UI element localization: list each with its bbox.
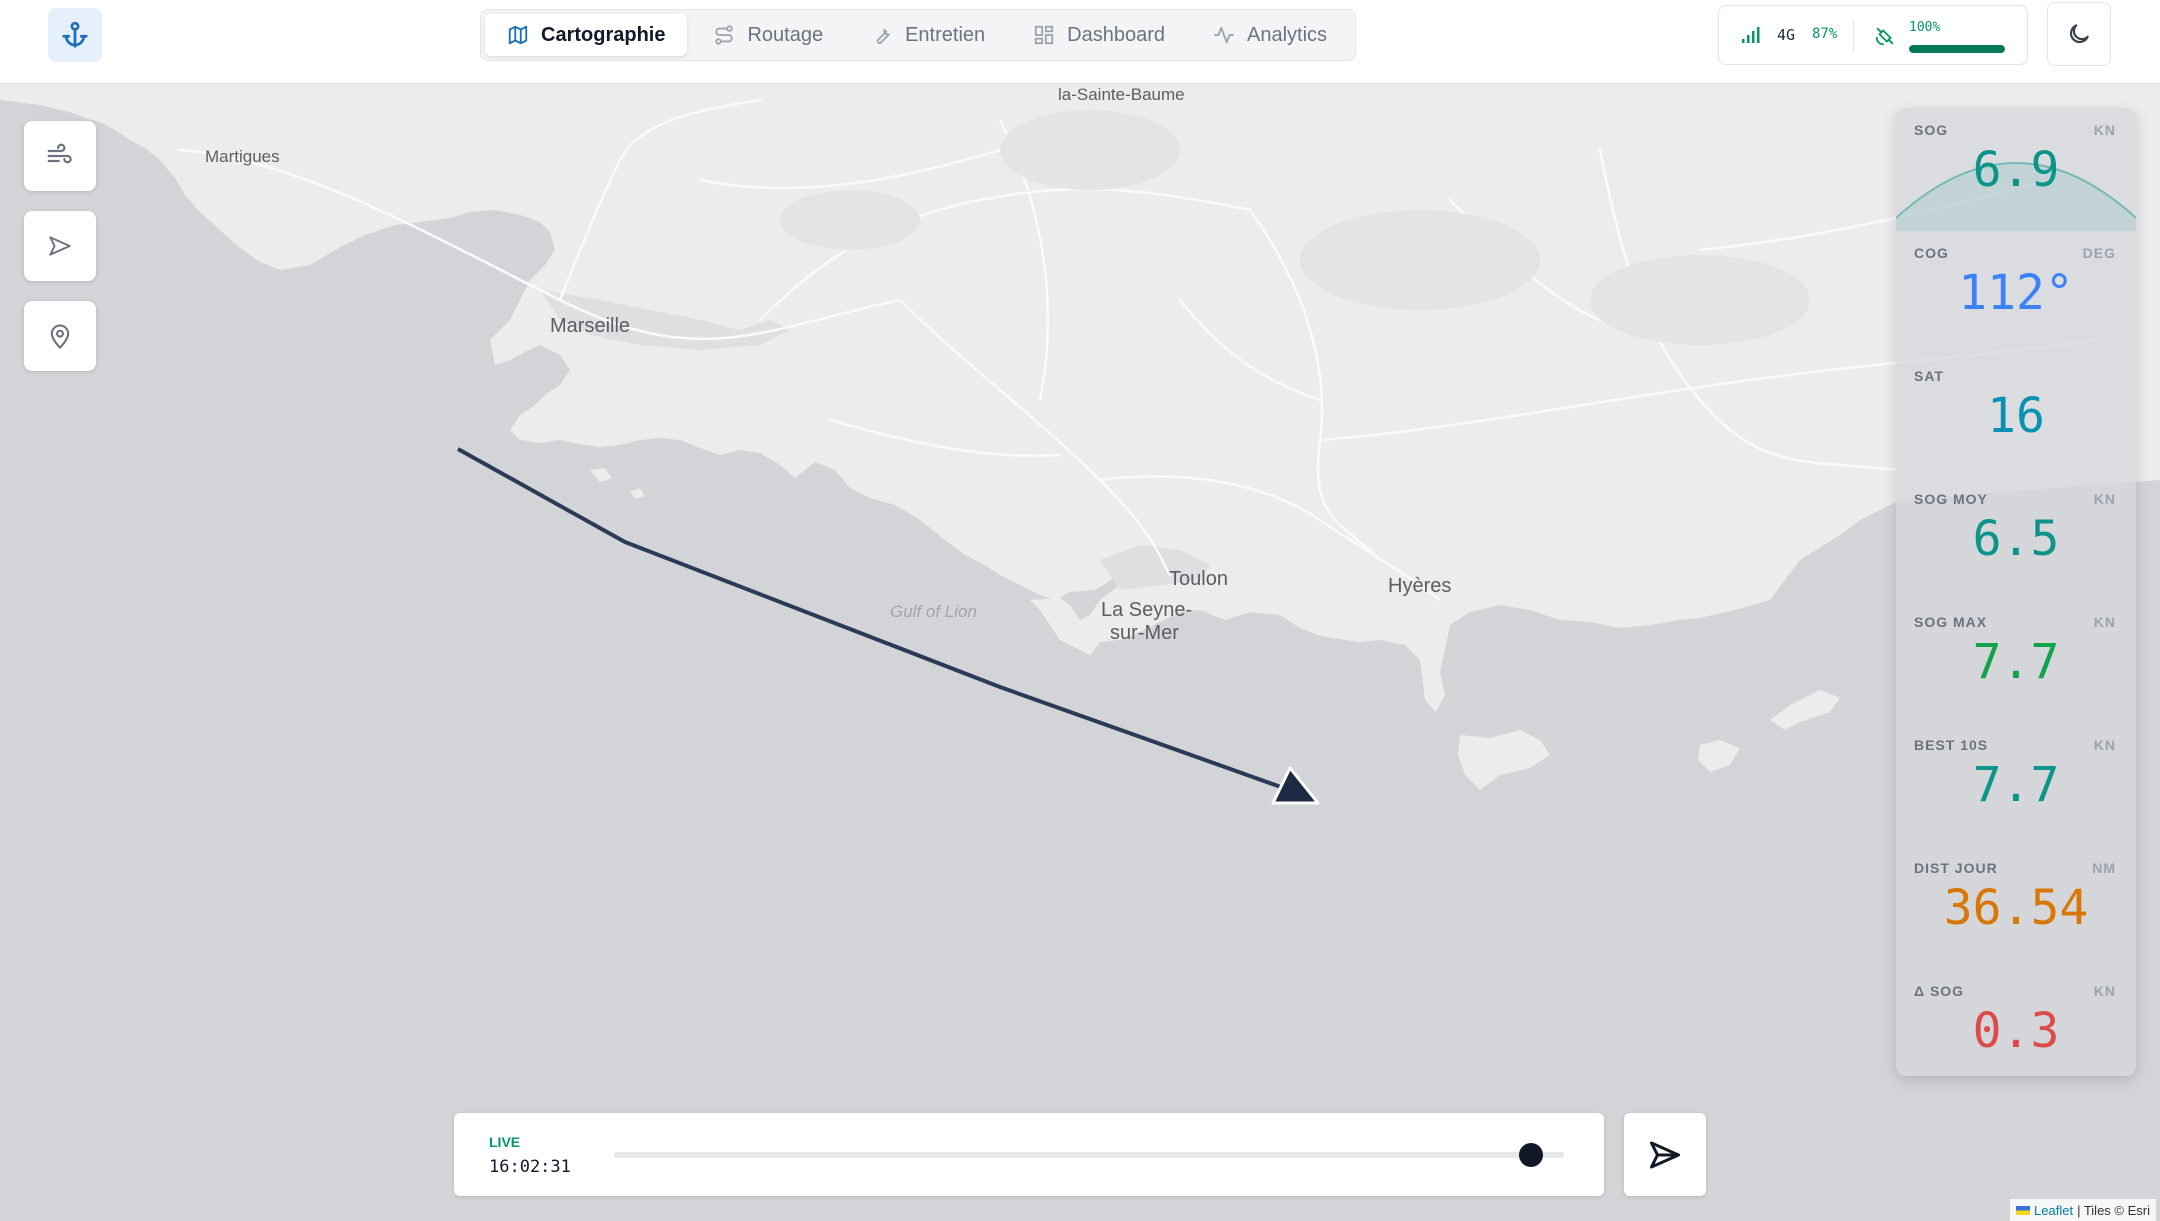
navigate-button[interactable] bbox=[24, 211, 96, 281]
metric-label: COG bbox=[1914, 245, 1949, 261]
app-logo[interactable] bbox=[48, 8, 102, 62]
metric-label: SOG bbox=[1914, 122, 1949, 138]
signal-percent: 87% bbox=[1812, 26, 1838, 42]
tiles-credit: | Tiles © Esri bbox=[2077, 1202, 2150, 1218]
metric-value: 16 bbox=[1987, 388, 2045, 444]
anchor-icon bbox=[62, 21, 88, 48]
map-label-martigues: Martigues bbox=[205, 147, 280, 166]
metric-label: SOG MOY bbox=[1914, 491, 1988, 507]
metric-unit: KN bbox=[2093, 614, 2116, 630]
metric-unit: KN bbox=[2093, 737, 2116, 753]
timeline-slider-handle[interactable] bbox=[1518, 1143, 1543, 1167]
map-label-toulon: Toulon bbox=[1169, 568, 1228, 590]
tab-analytics[interactable]: Analytics bbox=[1191, 14, 1349, 56]
route-icon bbox=[715, 25, 734, 45]
metric-value: 36.54 bbox=[1943, 880, 2089, 936]
tab-entretien[interactable]: Entretien bbox=[849, 14, 1007, 56]
tab-label: Dashboard bbox=[1067, 23, 1165, 46]
map-canvas[interactable]: Martigues la-Sainte-Baume Marseille Toul… bbox=[0, 83, 2160, 1221]
metric-label: BEST 10S bbox=[1914, 737, 1989, 753]
timeline-time: 16:02:31 bbox=[489, 1157, 571, 1177]
battery-percent: 100% bbox=[1909, 20, 1941, 35]
waypoint-button[interactable] bbox=[24, 301, 96, 371]
metric-unit: NM bbox=[2092, 860, 2116, 876]
tab-routage[interactable]: Routage bbox=[691, 14, 845, 56]
metric-label: Δ SOG bbox=[1914, 983, 1965, 999]
metric-value: 6.9 bbox=[1972, 142, 2060, 198]
theme-toggle-button[interactable] bbox=[2047, 2, 2111, 66]
send-icon bbox=[1650, 1141, 1680, 1168]
battery-bar bbox=[1909, 45, 2005, 53]
map-view[interactable]: Martigues la-Sainte-Baume Marseille Toul… bbox=[0, 83, 2160, 1221]
metric-value: 112° bbox=[1958, 265, 2074, 321]
tab-dashboard[interactable]: Dashboard bbox=[1011, 14, 1187, 56]
status-divider bbox=[1853, 20, 1854, 52]
metric-value: 0.3 bbox=[1972, 1003, 2060, 1059]
metric-label: SOG MAX bbox=[1914, 614, 1988, 630]
metric-unit: KN bbox=[2093, 122, 2116, 138]
metric-unit: KN bbox=[2093, 491, 2116, 507]
activity-icon bbox=[1213, 26, 1235, 44]
signal-bars-icon bbox=[1742, 27, 1760, 43]
map-label-sur-mer: sur-Mer bbox=[1110, 622, 1179, 644]
send-position-button[interactable] bbox=[1624, 1113, 1706, 1196]
map-label-gulf: Gulf of Lion bbox=[890, 602, 977, 621]
main-tabs: Cartographie Routage Entretien Dashboard… bbox=[480, 9, 1356, 61]
metric-unit: KN bbox=[2093, 983, 2116, 999]
metrics-panel: SOG KN 6.9 COG DEG 112° SAT 16 SOG MOY K… bbox=[1896, 108, 2136, 1076]
metric-label: DIST JOUR bbox=[1914, 860, 1998, 876]
metric-sog-max: SOG MAX KN 7.7 bbox=[1896, 600, 2136, 723]
top-bar: Cartographie Routage Entretien Dashboard… bbox=[0, 0, 2160, 84]
satellite-icon bbox=[1875, 27, 1894, 46]
metric-value: 6.5 bbox=[1972, 511, 2060, 567]
timeline-slider[interactable] bbox=[614, 1143, 1564, 1167]
wind-icon bbox=[47, 143, 72, 164]
map-label-la-seyne: La Seyne- bbox=[1101, 599, 1192, 621]
tab-label: Entretien bbox=[905, 23, 986, 46]
network-type: 4G bbox=[1777, 26, 1796, 44]
metric-value: 7.7 bbox=[1972, 634, 2060, 690]
map-label-marseille: Marseille bbox=[550, 315, 630, 337]
tab-label: Cartographie bbox=[541, 23, 666, 46]
metric-unit: DEG bbox=[2082, 245, 2116, 261]
metric-label: SAT bbox=[1914, 368, 1944, 384]
dashboard-grid-icon bbox=[1034, 25, 1054, 45]
battery-bar-fill bbox=[1909, 45, 2005, 53]
map-pin-icon bbox=[50, 324, 70, 350]
metric-sog-moy: SOG MOY KN 6.5 bbox=[1896, 477, 2136, 600]
wind-layer-button[interactable] bbox=[24, 121, 96, 191]
tab-cartographie[interactable]: Cartographie bbox=[485, 14, 688, 56]
map-label-sainte-baume: la-Sainte-Baume bbox=[1058, 85, 1185, 104]
timeline-mode: LIVE bbox=[489, 1134, 521, 1150]
metric-cog: COG DEG 112° bbox=[1896, 231, 2136, 354]
ukraine-flag-icon bbox=[2016, 1205, 2031, 1215]
leaflet-link[interactable]: Leaflet bbox=[2034, 1203, 2073, 1218]
status-widget: 4G 87% 100% bbox=[1718, 5, 2028, 65]
metric-delta-sog: Δ SOG KN 0.3 bbox=[1896, 969, 2136, 1076]
map-icon bbox=[508, 25, 528, 45]
metric-sat: SAT 16 bbox=[1896, 354, 2136, 477]
send-icon bbox=[49, 236, 71, 256]
metric-value: 7.7 bbox=[1972, 757, 2060, 813]
tab-label: Analytics bbox=[1247, 23, 1328, 46]
moon-icon bbox=[2069, 24, 2089, 44]
wrench-icon bbox=[876, 28, 891, 44]
metric-dist-jour: DIST JOUR NM 36.54 bbox=[1896, 846, 2136, 969]
map-attribution: Leaflet | Tiles © Esri bbox=[2010, 1199, 2156, 1221]
map-label-hyeres: Hyères bbox=[1388, 575, 1451, 597]
metric-sog: SOG KN 6.9 bbox=[1896, 108, 2136, 231]
timeline-bar: LIVE 16:02:31 bbox=[454, 1113, 1604, 1196]
metric-best-10s: BEST 10S KN 7.7 bbox=[1896, 723, 2136, 846]
tab-label: Routage bbox=[747, 23, 824, 46]
